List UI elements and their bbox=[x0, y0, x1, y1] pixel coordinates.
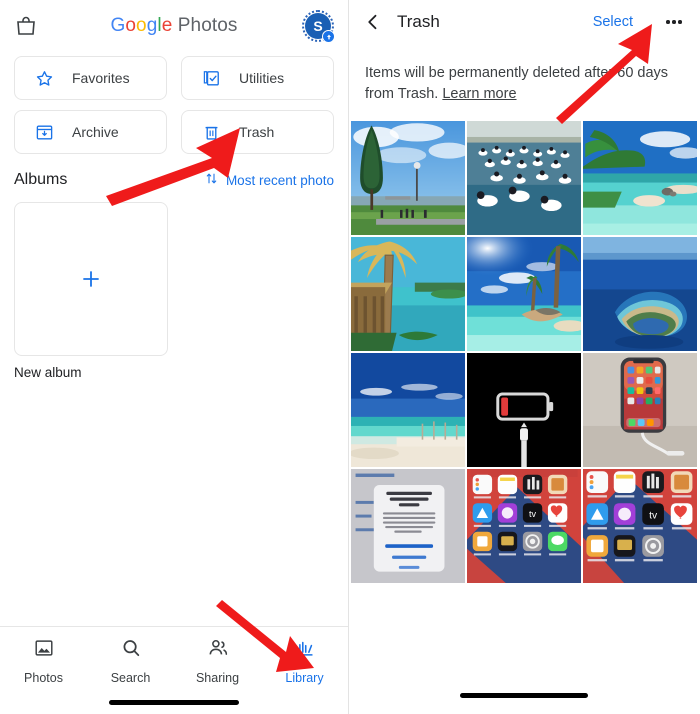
select-button[interactable]: Select bbox=[593, 14, 633, 30]
star-icon bbox=[35, 69, 54, 88]
page-title: Trash bbox=[397, 12, 440, 31]
library-card-label: Trash bbox=[239, 124, 275, 140]
sort-label: Most recent photo bbox=[225, 172, 334, 188]
thatched-hut-palm-photo bbox=[351, 237, 465, 352]
trash-header: Trash Select bbox=[349, 0, 699, 44]
library-card-label: Favorites bbox=[72, 70, 130, 86]
archive-box-icon bbox=[35, 123, 54, 142]
sunny-lagoon-beach-photo bbox=[467, 237, 581, 352]
trash-retention-note: Items will be permanently deleted after … bbox=[349, 44, 699, 104]
trash-note-text: Items will be permanently deleted after … bbox=[365, 65, 669, 102]
photo-thumbnail-10[interactable] bbox=[351, 469, 465, 584]
photo-thumbnail-3[interactable] bbox=[583, 121, 697, 236]
nav-label: Sharing bbox=[195, 671, 240, 685]
photo-thumbnail-6[interactable] bbox=[583, 237, 697, 352]
photo-thumbnail-1[interactable] bbox=[351, 121, 465, 236]
logo-letter-g: G bbox=[110, 15, 126, 36]
logo-letter-o2: o bbox=[136, 15, 147, 36]
home-indicator bbox=[460, 693, 588, 698]
bottom-navigation-bar: Photos Search Sharing Library bbox=[0, 626, 348, 714]
logo-letter-e: e bbox=[161, 15, 173, 36]
photo-thumbnail-8[interactable] bbox=[467, 353, 581, 468]
shopping-bag-icon[interactable] bbox=[14, 14, 38, 38]
logo-letter-o1: o bbox=[125, 15, 137, 36]
left-header: Google Photos S bbox=[0, 0, 348, 52]
iphone-home-screen-photo: tv bbox=[467, 469, 581, 584]
albums-section-header: Albums Most recent photo bbox=[0, 154, 348, 189]
pine-tree-waterfront-photo bbox=[351, 121, 465, 236]
library-icon bbox=[294, 637, 316, 664]
search-icon bbox=[120, 637, 142, 664]
iphone-home-screen-2-photo: tv bbox=[583, 469, 697, 584]
home-indicator bbox=[109, 700, 239, 705]
nav-label: Search bbox=[110, 671, 151, 685]
photo-thumbnail-12[interactable]: tv bbox=[583, 469, 697, 584]
white-sand-beach-photo bbox=[351, 353, 465, 468]
low-battery-charging-photo bbox=[467, 353, 581, 468]
overflow-menu-icon[interactable] bbox=[663, 11, 685, 33]
chevron-left-icon[interactable] bbox=[363, 12, 383, 32]
photo-thumbnail-2[interactable] bbox=[467, 121, 581, 236]
photos-icon bbox=[33, 637, 55, 664]
photo-thumbnail-7[interactable] bbox=[351, 353, 465, 468]
iphone-on-desk-photo bbox=[583, 353, 697, 468]
sort-arrows-icon bbox=[204, 171, 219, 189]
sort-control[interactable]: Most recent photo bbox=[204, 171, 334, 189]
trash-panel: Trash Select Items will be permanently d… bbox=[349, 0, 699, 714]
svg-text:tv: tv bbox=[649, 511, 658, 522]
logo-letter-g2: g bbox=[146, 15, 158, 36]
library-card-favorites[interactable]: Favorites bbox=[14, 56, 167, 100]
albums-title: Albums bbox=[14, 171, 68, 188]
tropical-beach-palms-photo bbox=[583, 121, 697, 236]
app-screenshot: Google Photos S Favorites Utilities Arch… bbox=[0, 0, 700, 714]
trash-icon bbox=[202, 123, 221, 142]
library-shortcut-cards: Favorites Utilities Archive Trash bbox=[0, 52, 348, 154]
nav-item-library[interactable]: Library bbox=[261, 637, 348, 714]
avatar[interactable]: S bbox=[302, 10, 335, 43]
photo-thumbnail-11[interactable]: tv bbox=[467, 469, 581, 584]
library-card-label: Utilities bbox=[239, 70, 285, 86]
avatar-upload-badge-icon bbox=[322, 30, 335, 43]
library-card-utilities[interactable]: Utilities bbox=[181, 56, 334, 100]
aerial-atoll-island-photo bbox=[583, 237, 697, 352]
library-card-label: Archive bbox=[72, 124, 119, 140]
library-card-trash[interactable]: Trash bbox=[181, 110, 334, 154]
checkbox-stack-icon bbox=[202, 69, 221, 88]
nav-label: Photos bbox=[24, 671, 63, 685]
library-card-archive[interactable]: Archive bbox=[14, 110, 167, 154]
plus-icon bbox=[79, 267, 103, 291]
photo-thumbnail-5[interactable] bbox=[467, 237, 581, 352]
new-album-label: New album bbox=[14, 365, 82, 380]
nav-item-photos[interactable]: Photos bbox=[0, 637, 87, 714]
svg-text:tv: tv bbox=[529, 509, 537, 519]
sharing-icon bbox=[207, 637, 229, 664]
pelicans-on-water-photo bbox=[467, 121, 581, 236]
icloud-backup-dialog-photo bbox=[351, 469, 465, 584]
google-photos-logo: Google Photos bbox=[0, 15, 348, 37]
logo-letter-l: l bbox=[157, 15, 162, 36]
logo-word-photos: Photos bbox=[177, 15, 238, 36]
learn-more-link[interactable]: Learn more bbox=[442, 86, 516, 102]
google-photos-library-panel: Google Photos S Favorites Utilities Arch… bbox=[0, 0, 349, 714]
photo-thumbnail-4[interactable] bbox=[351, 237, 465, 352]
nav-label: Library bbox=[285, 671, 324, 685]
photo-thumbnail-9[interactable] bbox=[583, 353, 697, 468]
trash-photo-grid: tv tv bbox=[349, 121, 699, 584]
new-album-button[interactable] bbox=[14, 202, 168, 356]
